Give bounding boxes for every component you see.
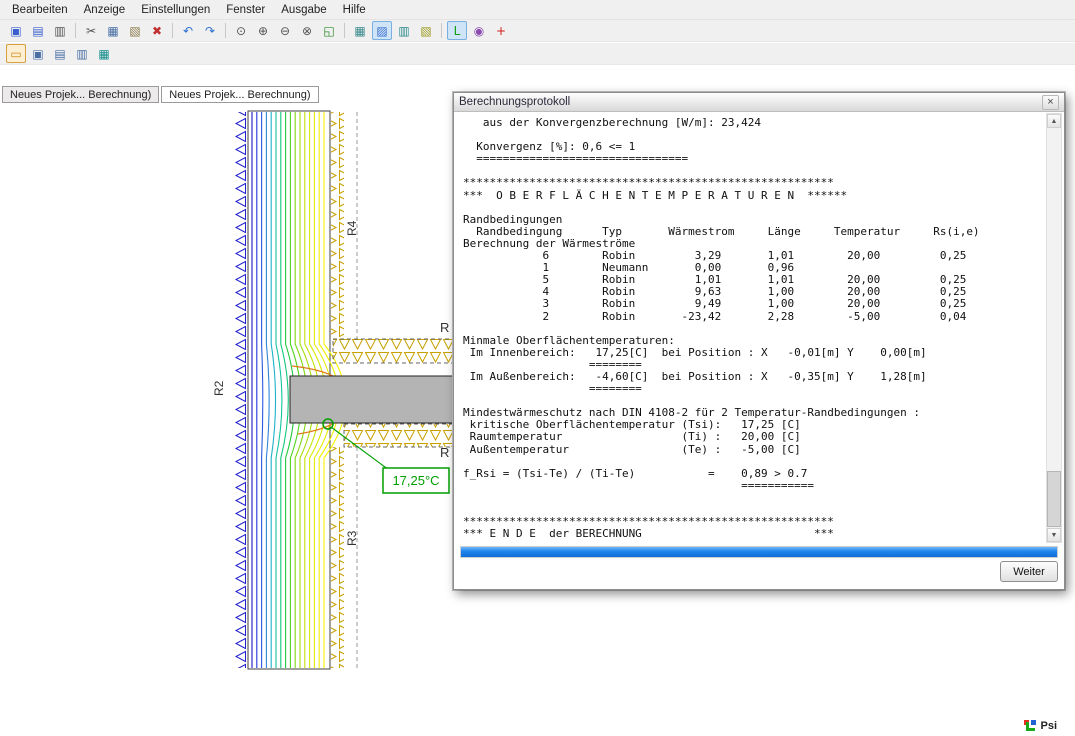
split-view-icon[interactable]: ▥: [72, 44, 92, 63]
tab-project-berechnung-1[interactable]: Neues Projek... Berechnung): [2, 86, 159, 103]
tile-windows-icon[interactable]: ▤: [50, 44, 70, 63]
close-icon[interactable]: ×: [1042, 95, 1059, 110]
calculation-log: aus der Konvergenzberechnung [W/m]: 23,4…: [463, 117, 1042, 537]
menu-bearbeiten[interactable]: Bearbeiten: [4, 2, 76, 18]
floor-slab: [290, 376, 459, 423]
menu-bar: Bearbeiten Anzeige Einstellungen Fenster…: [0, 0, 1075, 20]
save-icon[interactable]: ▣: [6, 21, 26, 40]
isotherm-view-icon[interactable]: L: [447, 21, 467, 40]
interior-boundary-hatch-bottom: [331, 447, 344, 668]
cut-icon[interactable]: ✂: [81, 21, 101, 40]
label-r3: R3: [345, 530, 359, 546]
progress-bar: [460, 546, 1058, 558]
tab-bar: Neues Projek... Berechnung) Neues Projek…: [2, 86, 321, 103]
toolbar-separator: [172, 23, 173, 38]
zoom-fit-icon[interactable]: ◱: [319, 21, 339, 40]
dialog-berechnungsprotokoll: Berechnungsprotokoll × aus der Konvergen…: [453, 92, 1065, 590]
zoom-icon[interactable]: ⊙: [231, 21, 251, 40]
report-icon[interactable]: ▦: [94, 44, 114, 63]
redo-icon[interactable]: ↷: [200, 21, 220, 40]
zoom-in-icon[interactable]: ⊕: [253, 21, 273, 40]
tab-project-berechnung-2[interactable]: Neues Projek... Berechnung): [161, 86, 318, 103]
temp-label: 17,25°C: [392, 473, 439, 488]
scrollbar-thumb[interactable]: [1047, 471, 1061, 527]
menu-anzeige[interactable]: Anzeige: [76, 2, 134, 18]
toolbar-separator: [225, 23, 226, 38]
hatch-icon[interactable]: ▧: [416, 21, 436, 40]
menu-einstellungen[interactable]: Einstellungen: [133, 2, 218, 18]
interior-boundary-hatch-top: [331, 112, 344, 340]
psi-label: Psi: [1040, 720, 1057, 732]
undo-icon[interactable]: ↶: [178, 21, 198, 40]
drawing-area[interactable]: 17,25°C R4 R2 R3 R R: [0, 105, 470, 676]
label-r-bottom: R: [440, 445, 449, 460]
exterior-boundary-hatch: [234, 112, 247, 668]
delete-icon[interactable]: ✖: [147, 21, 167, 40]
menu-ausgabe[interactable]: Ausgabe: [273, 2, 334, 18]
add-boundary-icon[interactable]: +: [491, 21, 511, 40]
dialog-title-bar[interactable]: Berechnungsprotokoll ×: [454, 93, 1064, 112]
scroll-up-icon[interactable]: ▲: [1047, 114, 1061, 128]
toolbar-separator: [441, 23, 442, 38]
weiter-button[interactable]: Weiter: [1000, 561, 1058, 582]
dialog-title: Berechnungsprotokoll: [459, 96, 570, 108]
psi-logo-icon: [1023, 719, 1037, 733]
copy-icon[interactable]: ▦: [103, 21, 123, 40]
application-window: Bearbeiten Anzeige Einstellungen Fenster…: [0, 0, 1075, 736]
scroll-down-icon[interactable]: ▼: [1047, 528, 1061, 542]
toolbar-separator: [344, 23, 345, 38]
columns-icon[interactable]: ▥: [394, 21, 414, 40]
material-search-icon[interactable]: ◉: [469, 21, 489, 40]
toolbar-main: ▣▤▥✂▦▧✖↶↷⊙⊕⊖⊗◱▦▨▥▧L◉+: [0, 20, 1075, 42]
zoom-out-icon[interactable]: ⊖: [275, 21, 295, 40]
dialog-scrollbar[interactable]: ▲ ▼: [1046, 113, 1062, 543]
label-r-top: R: [440, 320, 449, 335]
paste-icon[interactable]: ▧: [125, 21, 145, 40]
save-all-icon[interactable]: ▤: [28, 21, 48, 40]
menu-hilfe[interactable]: Hilfe: [335, 2, 374, 18]
label-r2: R2: [212, 380, 226, 396]
toolbar-secondary: ▭▣▤▥▦: [0, 43, 1075, 65]
select-mode-icon[interactable]: ▨: [372, 21, 392, 40]
zoom-reset-icon[interactable]: ⊗: [297, 21, 317, 40]
grid-icon[interactable]: ▦: [350, 21, 370, 40]
slab-bottom-hatch-band: [344, 424, 459, 447]
slab-top-hatch-band: [333, 339, 459, 363]
progress-bar-fill: [461, 547, 1057, 557]
print-icon[interactable]: ▥: [50, 21, 70, 40]
cascade-windows-icon[interactable]: ▣: [28, 44, 48, 63]
toolbar-separator: [75, 23, 76, 38]
thermal-bridge-drawing: 17,25°C R4 R2 R3 R R: [0, 105, 470, 676]
label-r4: R4: [345, 220, 359, 236]
menu-fenster[interactable]: Fenster: [218, 2, 273, 18]
project-folder-icon[interactable]: ▭: [6, 44, 26, 63]
status-bar: Psi: [1023, 718, 1057, 734]
